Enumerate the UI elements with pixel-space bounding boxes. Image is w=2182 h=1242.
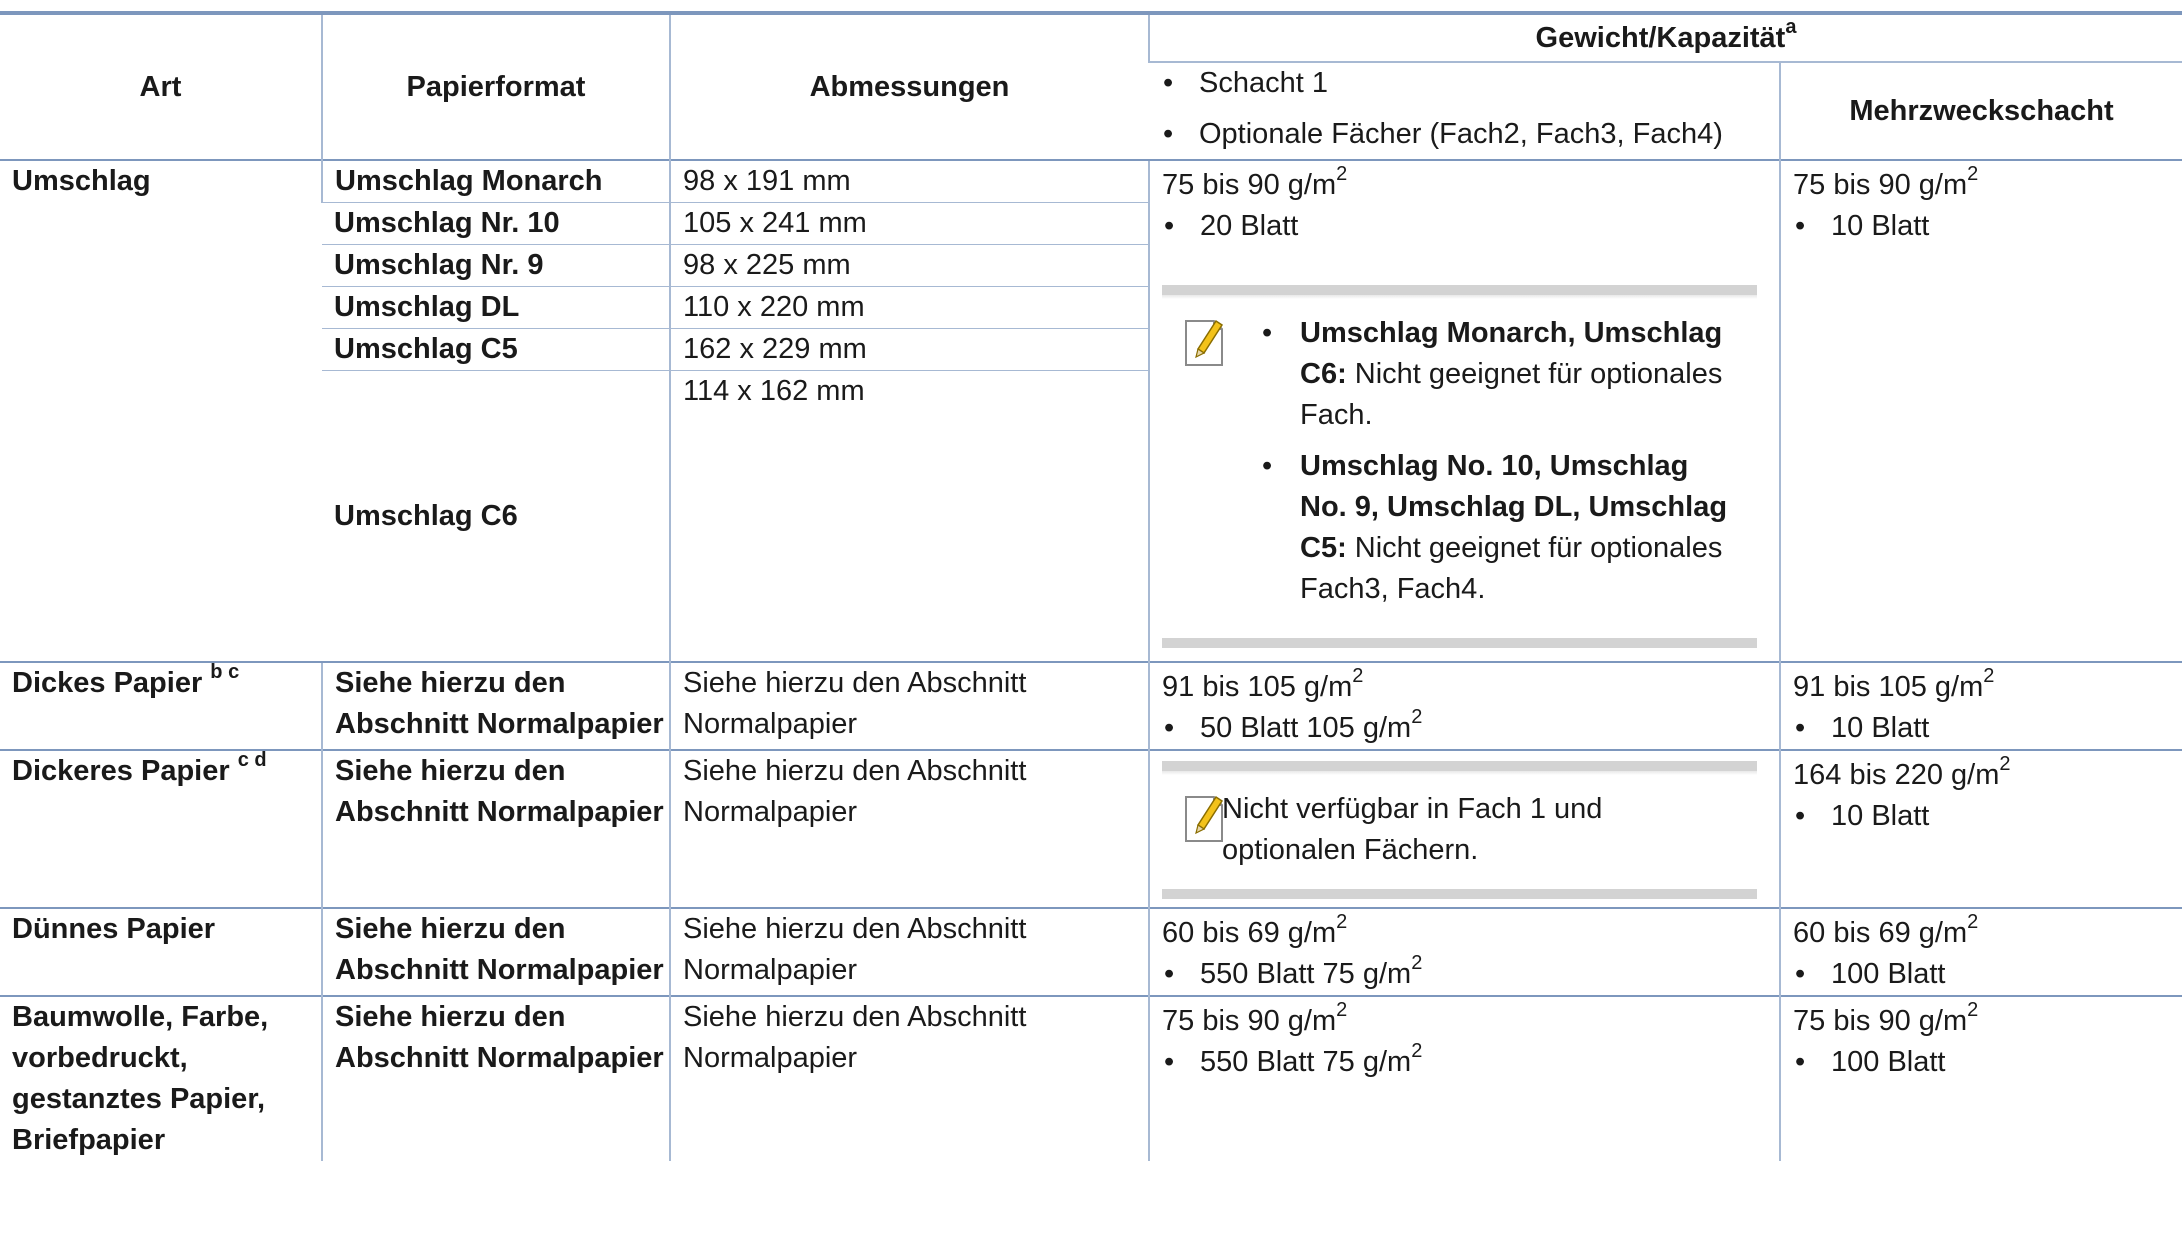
cell-format: Umschlag C5 <box>322 328 670 371</box>
cell-format: Umschlag Monarch <box>321 159 670 203</box>
cell-dims: Siehe hierzu den Abschnitt Normalpapier <box>669 995 1149 1161</box>
cell-format: Siehe hierzu den Abschnitt Normalpapier <box>321 995 670 1161</box>
note-item: Umschlag No. 10, Umschlag No. 9, Umschla… <box>1262 446 1737 610</box>
tray-weight: 75 bis 90 g/m2 <box>1162 999 1348 1037</box>
table-row: Umschlag Umschlag Monarch 98 x 191 mm 75… <box>0 159 2182 662</box>
umschlag-mp-capacity: 10 Blatt <box>1793 206 2182 247</box>
umschlag-note-box: Umschlag Monarch, Umschlag C6: Nicht gee… <box>1162 285 1757 648</box>
table-row: Dünnes Papier Siehe hierzu den Abschnitt… <box>0 907 2182 996</box>
header-schacht-1: Schacht 1 <box>1149 62 1780 104</box>
cell-tray: Nicht verfügbar in Fach 1 und optionalen… <box>1148 749 1780 908</box>
cell-dims: 105 x 241 mm <box>669 202 1149 245</box>
mp-weight: 60 bis 69 g/m2 <box>1793 911 1979 949</box>
cell-mp: 91 bis 105 g/m2 10 Blatt <box>1779 661 2182 750</box>
dickeres-note-box: Nicht verfügbar in Fach 1 und optionalen… <box>1162 761 1757 899</box>
cell-mp: 164 bis 220 g/m2 10 Blatt <box>1779 749 2182 908</box>
note-text: Nicht verfügbar in Fach 1 und optionalen… <box>1222 793 1603 866</box>
cell-dims: 162 x 229 mm <box>669 328 1149 371</box>
cell-dims: Siehe hierzu den Abschnitt Normalpapier <box>669 749 1149 908</box>
cell-art: Dickeres Papier c d <box>0 749 322 908</box>
tray-capacity: 550 Blatt 75 g/m2 <box>1162 953 1779 995</box>
tray-weight: 91 bis 105 g/m2 <box>1162 665 1364 703</box>
cell-art: Baumwolle, Farbe, vorbedruckt, gestanzte… <box>0 995 322 1161</box>
note-pencil-icon <box>1185 795 1224 842</box>
cell-dims: 110 x 220 mm <box>669 286 1149 329</box>
mp-capacity: 100 Blatt <box>1793 1042 2182 1083</box>
header-art: Art <box>139 70 182 103</box>
cell-format: Umschlag C6 <box>322 370 670 662</box>
cell-tray: 75 bis 90 g/m2 550 Blatt 75 g/m2 <box>1148 995 1780 1161</box>
cell-dims: 114 x 162 mm <box>669 370 1149 662</box>
table-row: Dickeres Papier c d Siehe hierzu den Abs… <box>0 749 2182 908</box>
mp-weight: 75 bis 90 g/m2 <box>1793 999 1979 1037</box>
cell-dims: Siehe hierzu den Abschnitt Normalpapier <box>669 907 1149 996</box>
header-abmessungen: Abmessungen <box>669 15 1149 160</box>
header-schacht-1-item: Schacht 1 <box>1161 63 1779 104</box>
tray-weight: 60 bis 69 g/m2 <box>1162 911 1348 949</box>
cell-umschlag-tray: 75 bis 90 g/m2 20 Blatt Umschlag Monarch… <box>1148 159 1780 662</box>
cell-dims: 98 x 225 mm <box>669 244 1149 287</box>
cell-tray: 60 bis 69 g/m2 550 Blatt 75 g/m2 <box>1148 907 1780 996</box>
cell-format: Siehe hierzu den Abschnitt Normalpapier <box>321 749 670 908</box>
cell-format: Siehe hierzu den Abschnitt Normalpapier <box>321 661 670 750</box>
cell-format: Siehe hierzu den Abschnitt Normalpapier <box>321 907 670 996</box>
tray-capacity: 50 Blatt 105 g/m2 <box>1162 707 1779 749</box>
umschlag-tray-capacity: 20 Blatt <box>1162 206 1779 247</box>
cell-mp: 60 bis 69 g/m2 100 Blatt <box>1779 907 2182 996</box>
note-pencil-icon <box>1185 319 1224 366</box>
header-optional: Optionale Fächer (Fach2, Fach3, Fach4) <box>1149 104 1780 160</box>
mp-capacity: 10 Blatt <box>1793 708 2182 749</box>
header-optional-item: Optionale Fächer (Fach2, Fach3, Fach4) <box>1161 114 1779 155</box>
cell-format: Umschlag Nr. 9 <box>322 244 670 287</box>
cell-art: Dickes Papier b c <box>0 661 322 750</box>
paper-spec-table: Art Papierformat Abmessungen Gewicht/Kap… <box>0 15 2182 1161</box>
note-item: Umschlag Monarch, Umschlag C6: Nicht gee… <box>1262 313 1737 436</box>
table-row: Dickes Papier b c Siehe hierzu den Absch… <box>0 661 2182 750</box>
mp-weight: 164 bis 220 g/m2 <box>1793 753 2011 791</box>
umschlag-tray-weight: 75 bis 90 g/m2 <box>1162 163 1348 201</box>
table-row: Baumwolle, Farbe, vorbedruckt, gestanzte… <box>0 995 2182 1161</box>
mp-capacity: 10 Blatt <box>1793 796 2182 837</box>
tray-capacity: 550 Blatt 75 g/m2 <box>1162 1041 1779 1083</box>
cell-umschlag-mp: 75 bis 90 g/m2 10 Blatt <box>1779 159 2182 662</box>
cell-tray: 91 bis 105 g/m2 50 Blatt 105 g/m2 <box>1148 661 1780 750</box>
cell-dims: 98 x 191 mm <box>669 159 1149 203</box>
cell-format: Umschlag Nr. 10 <box>322 202 670 245</box>
mp-weight: 91 bis 105 g/m2 <box>1793 665 1995 703</box>
header-papierformat: Papierformat <box>321 15 670 160</box>
umschlag-mp-weight: 75 bis 90 g/m2 <box>1793 163 1979 201</box>
cell-format: Umschlag DL <box>322 286 670 329</box>
cell-art-umschlag: Umschlag <box>0 159 322 662</box>
cell-mp: 75 bis 90 g/m2 100 Blatt <box>1779 995 2182 1161</box>
cell-art: Dünnes Papier <box>0 907 322 996</box>
header-gewicht-kapazitaet: Gewicht/Kapazitäta <box>1148 15 2182 63</box>
mp-capacity: 100 Blatt <box>1793 954 2182 995</box>
header-mehrzweckschacht: Mehrzweckschacht <box>1779 62 2182 160</box>
cell-dims: Siehe hierzu den Abschnitt Normalpapier <box>669 661 1149 750</box>
